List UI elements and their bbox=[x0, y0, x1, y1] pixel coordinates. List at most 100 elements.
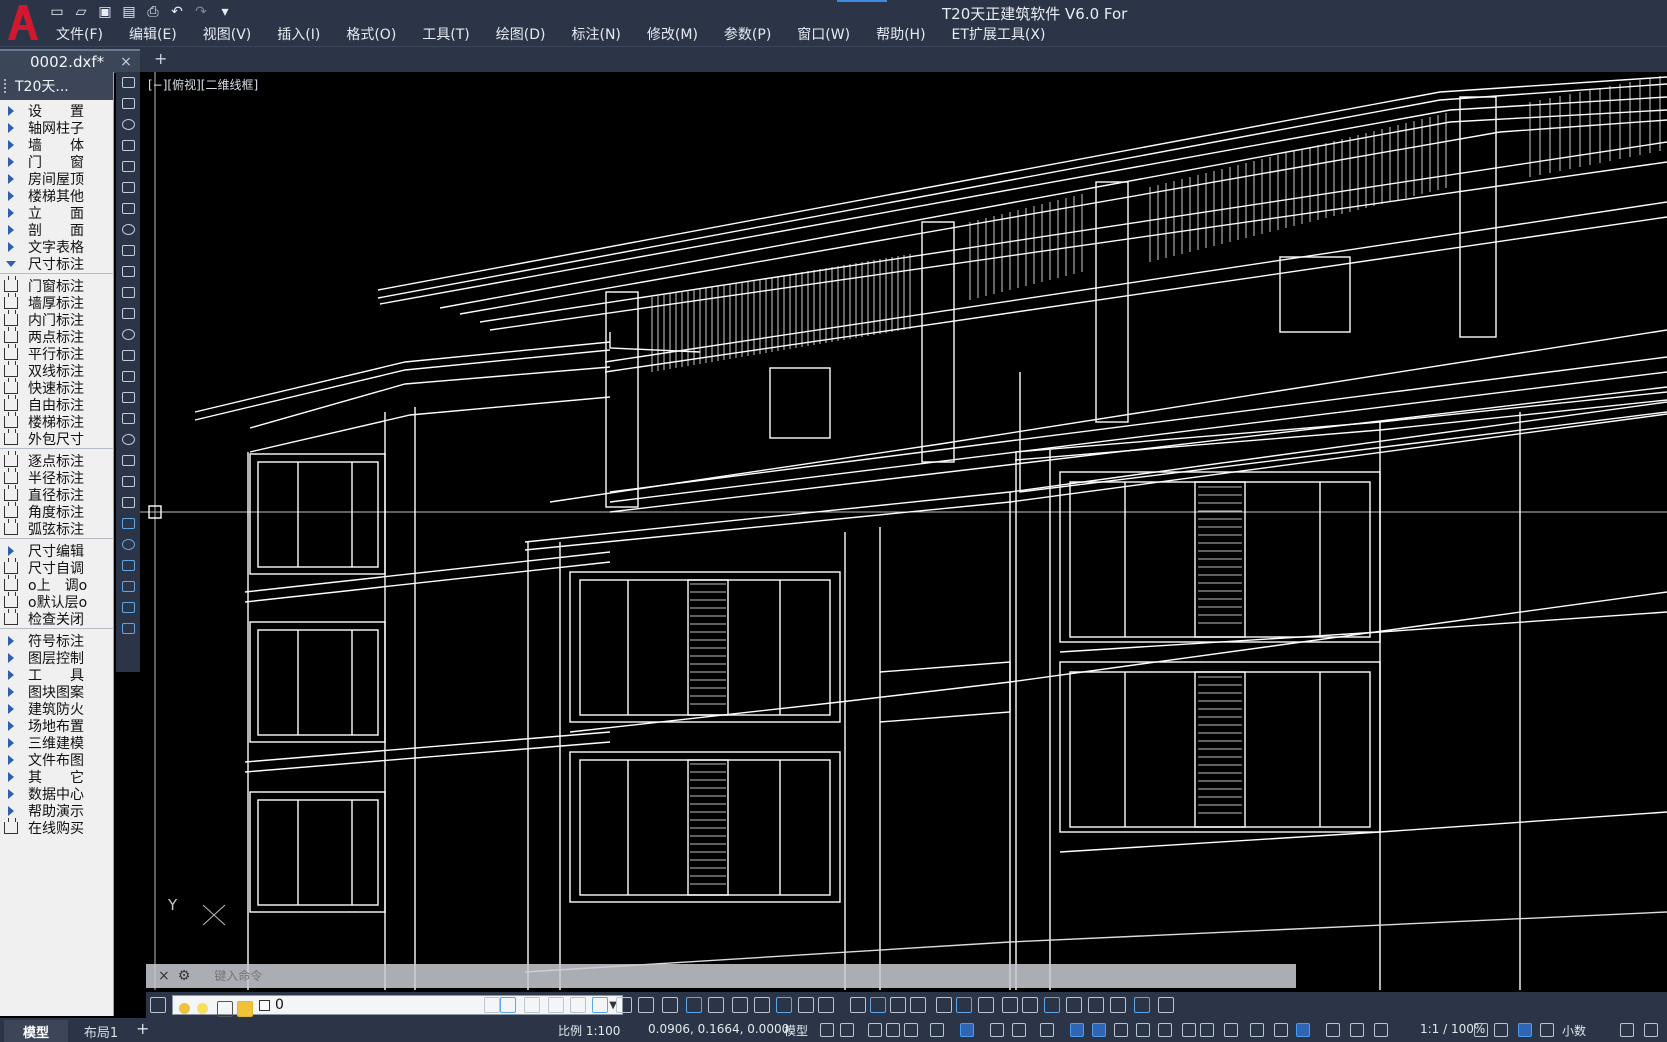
layer-tool-icon[interactable] bbox=[1022, 997, 1038, 1013]
draw-tool-icon[interactable] bbox=[116, 282, 140, 303]
draw-tool-icon[interactable] bbox=[116, 471, 140, 492]
status-toggle-icon[interactable] bbox=[1540, 1023, 1554, 1037]
panel-item[interactable]: 在线购买 bbox=[0, 818, 114, 837]
layer-tool-icon[interactable] bbox=[548, 997, 564, 1013]
status-toggle-icon[interactable] bbox=[1494, 1023, 1508, 1037]
command-close-icon[interactable]: × bbox=[158, 968, 170, 984]
panel-item[interactable]: 外包尺寸 bbox=[0, 429, 114, 448]
draw-tool-icon[interactable] bbox=[116, 555, 140, 576]
command-input[interactable] bbox=[214, 966, 1115, 986]
draw-tool-icon[interactable] bbox=[116, 135, 140, 156]
status-toggle-icon[interactable] bbox=[820, 1023, 834, 1037]
status-toggle-icon[interactable] bbox=[1012, 1023, 1026, 1037]
status-toggle-icon[interactable] bbox=[1518, 1023, 1532, 1037]
panel-item[interactable]: 尺寸标注 bbox=[0, 255, 114, 273]
draw-tool-icon[interactable] bbox=[116, 72, 140, 93]
panel-item[interactable]: 弧弦标注 bbox=[0, 519, 114, 538]
menu-item-9[interactable]: 参数(P) bbox=[724, 24, 784, 46]
menu-item-10[interactable]: 窗口(W) bbox=[797, 24, 863, 46]
draw-tool-icon[interactable] bbox=[116, 261, 140, 282]
status-toggle-icon[interactable] bbox=[1620, 1023, 1634, 1037]
layer-tool-icon[interactable] bbox=[870, 997, 886, 1013]
layer-tool-icon[interactable] bbox=[754, 997, 770, 1013]
new-tab-button[interactable]: + bbox=[154, 49, 167, 68]
status-toggle-icon[interactable] bbox=[1644, 1023, 1658, 1037]
draw-tool-icon[interactable] bbox=[116, 198, 140, 219]
save-icon[interactable]: ▣ bbox=[96, 3, 114, 21]
layer-tool-icon[interactable] bbox=[686, 997, 702, 1013]
draw-tool-icon[interactable] bbox=[116, 303, 140, 324]
print-icon[interactable]: ⎙ bbox=[144, 3, 162, 21]
layer-tool-icon[interactable] bbox=[662, 997, 678, 1013]
status-toggle-icon[interactable] bbox=[960, 1023, 974, 1037]
saveas-icon[interactable]: ▤ bbox=[120, 3, 138, 21]
draw-tool-icon[interactable] bbox=[116, 597, 140, 618]
status-toggle-icon[interactable] bbox=[1350, 1023, 1364, 1037]
layer-tool-icon[interactable] bbox=[978, 997, 994, 1013]
drawing-viewport[interactable]: [−][俯视][二维线框] Y bbox=[140, 72, 1667, 990]
draw-tool-icon[interactable] bbox=[116, 93, 140, 114]
status-toggle-icon[interactable] bbox=[1326, 1023, 1340, 1037]
status-toggle-icon[interactable] bbox=[1224, 1023, 1238, 1037]
draw-tool-icon[interactable] bbox=[116, 240, 140, 261]
draw-tool-icon[interactable] bbox=[116, 324, 140, 345]
layer-tool-icon[interactable] bbox=[910, 997, 926, 1013]
draw-tool-icon[interactable] bbox=[116, 156, 140, 177]
status-toggle-icon[interactable] bbox=[1092, 1023, 1106, 1037]
model-space-toggle[interactable]: 模型 bbox=[784, 1022, 808, 1039]
layer-tool-icon[interactable] bbox=[798, 997, 814, 1013]
layer-tool-icon[interactable] bbox=[776, 997, 792, 1013]
menu-item-11[interactable]: 帮助(H) bbox=[876, 24, 938, 46]
grip-icon[interactable] bbox=[4, 79, 8, 93]
status-toggle-icon[interactable] bbox=[868, 1023, 882, 1037]
menu-item-4[interactable]: 格式(O) bbox=[346, 24, 409, 46]
status-toggle-icon[interactable] bbox=[1250, 1023, 1264, 1037]
redo-icon[interactable]: ↷ bbox=[192, 3, 210, 21]
status-toggle-icon[interactable] bbox=[990, 1023, 1004, 1037]
draw-tool-icon[interactable] bbox=[116, 219, 140, 240]
layer-tool-icon[interactable] bbox=[616, 997, 632, 1013]
tool-panel-header[interactable]: T20天... bbox=[0, 72, 113, 100]
menu-item-12[interactable]: ET扩展工具(X) bbox=[952, 24, 1059, 46]
draw-tool-icon[interactable] bbox=[116, 114, 140, 135]
annotation-scale[interactable]: 1:1 / 100% bbox=[1420, 1022, 1485, 1036]
layer-thaw-sun-icon[interactable] bbox=[197, 1003, 208, 1014]
layer-color-swatch[interactable] bbox=[259, 999, 270, 1011]
customize-icon[interactable]: ▾ bbox=[216, 3, 234, 21]
layer-tool-icon[interactable] bbox=[818, 997, 834, 1013]
status-toggle-icon[interactable] bbox=[1274, 1023, 1288, 1037]
viewport-controls-label[interactable]: [−][俯视][二维线框] bbox=[148, 76, 258, 93]
units-display[interactable]: 小数 bbox=[1562, 1022, 1586, 1039]
layer-viewport-freeze-icon[interactable] bbox=[217, 1001, 233, 1017]
open-icon[interactable]: ▱ bbox=[72, 3, 90, 21]
tab-close-icon[interactable]: × bbox=[120, 54, 132, 70]
command-customize-icon[interactable]: ⚙ bbox=[178, 968, 191, 984]
layer-tool-icon[interactable] bbox=[500, 997, 516, 1013]
draw-tool-icon[interactable] bbox=[116, 408, 140, 429]
menu-item-8[interactable]: 修改(M) bbox=[647, 24, 711, 46]
layer-tool-icon[interactable] bbox=[1002, 997, 1018, 1013]
drawing-scale[interactable]: 比例 1:100 bbox=[558, 1022, 620, 1039]
layer-tool-icon[interactable] bbox=[890, 997, 906, 1013]
status-toggle-icon[interactable] bbox=[1114, 1023, 1128, 1037]
layer-tool-icon[interactable] bbox=[936, 997, 952, 1013]
draw-tool-icon[interactable] bbox=[116, 387, 140, 408]
status-toggle-icon[interactable] bbox=[1136, 1023, 1150, 1037]
status-toggle-icon[interactable] bbox=[1182, 1023, 1196, 1037]
draw-tool-icon[interactable] bbox=[116, 576, 140, 597]
status-toggle-icon[interactable] bbox=[886, 1023, 900, 1037]
layer-lock-icon[interactable] bbox=[237, 1001, 253, 1017]
add-layout-button[interactable]: + bbox=[136, 1019, 149, 1038]
layer-tool-icon[interactable] bbox=[1134, 997, 1150, 1013]
draw-tool-icon[interactable] bbox=[116, 513, 140, 534]
menu-item-6[interactable]: 绘图(D) bbox=[496, 24, 559, 46]
draw-tool-icon[interactable] bbox=[116, 429, 140, 450]
draw-tool-icon[interactable] bbox=[116, 450, 140, 471]
menu-item-0[interactable]: 文件(F) bbox=[56, 24, 116, 46]
app-logo-icon[interactable] bbox=[4, 2, 42, 42]
layer-tool-icon[interactable] bbox=[484, 997, 500, 1013]
menu-item-1[interactable]: 编辑(E) bbox=[129, 24, 190, 46]
status-toggle-icon[interactable] bbox=[1070, 1023, 1084, 1037]
panel-item[interactable]: 检查关闭 bbox=[0, 609, 114, 628]
menu-item-3[interactable]: 插入(I) bbox=[277, 24, 333, 46]
